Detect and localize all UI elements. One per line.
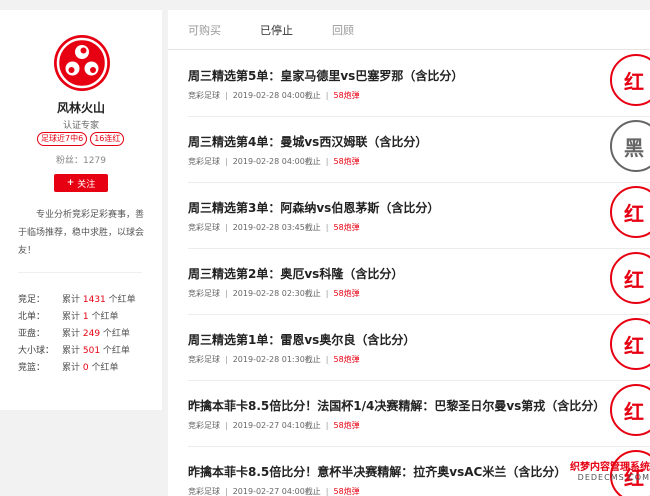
stat-row: 亚盘： 累计 249 个红单 [18,326,148,343]
divider [18,272,142,273]
item-title[interactable]: 周三精选第1单：雷恩vs奥尔良（含比分） [188,331,415,348]
result-stamp-icon: 红 [610,252,650,304]
stat-value: 累计 1 个红单 [62,312,119,322]
result-stamp-icon: 红 [610,186,650,238]
item-title[interactable]: 周三精选第4单：曼城vs西汉姆联（含比分） [188,133,427,150]
stat-label: 大小球： [18,346,55,356]
fans-count: 粉丝：1279 [56,156,106,166]
stat-row: 北单： 累计 1 个红单 [18,309,148,326]
list-item[interactable]: 周三精选第4单：曼城vs西汉姆联（含比分） 竞彩足球 | 2019-02-28 04… [188,117,650,183]
certification-label: 认证专家 [62,121,99,131]
result-stamp-icon: 黑 [610,120,650,172]
item-meta: 竞彩足球 | 2019-02-28 02:30截止 | 58炮弹 [188,289,360,298]
item-meta: 竞彩足球 | 2019-02-28 01:30截止 | 58炮弹 [188,355,360,364]
stat-row: 竞篮： 累计 0 个红单 [18,360,148,377]
item-title[interactable]: 昨擒本菲卡8.5倍比分！意杯半决赛精解：拉齐奥vsAC米兰（含比分） [188,463,566,480]
item-meta: 竞彩足球 | 2019-02-27 04:10截止 | 58炮弹 [188,421,360,430]
stat-value: 累计 501 个红单 [62,346,130,356]
item-title[interactable]: 周三精选第3单：阿森纳vs伯恩茅斯（含比分） [188,199,439,216]
stat-label: 竞足： [18,295,46,305]
stat-value: 累计 249 个红单 [62,329,130,339]
watermark-title: 织梦内容管理系统 [570,462,650,473]
stat-row: 大小球： 累计 501 个红单 [18,343,148,360]
result-stamp-icon: 红 [610,54,650,106]
tag-streak: 16连红 [90,132,125,146]
item-meta: 竞彩足球 | 2019-02-27 04:00截止 | 58炮弹 [188,487,360,496]
item-meta: 竞彩足球 | 2019-02-28 04:00截止 | 58炮弹 [188,91,360,100]
tab-bar: 可购买 已停止 回顾 [168,10,650,50]
expert-description: 专业分析竞彩足彩赛事，善于临场推荐，稳中求胜，以球会友！ [18,210,145,256]
stat-label: 竞篮： [18,363,46,373]
tag-win-rate: 足球近7中6 [37,132,88,146]
record-stats: 竞足： 累计 1431 个红单 北单： 累计 1 个红单 亚盘： 累计 249 … [18,292,148,377]
expert-profile-card: 风林火山 认证专家 足球近7中6 16连红 粉丝：1279 + 关注 专业分析竞… [0,10,162,410]
list-item[interactable]: 周三精选第5单：皇家马德里vs巴塞罗那（含比分） 竞彩足球 | 2019-02-28… [188,51,650,117]
plus-icon: + [66,178,75,188]
item-meta: 竞彩足球 | 2019-02-28 03:45截止 | 58炮弹 [188,223,360,232]
stat-value: 累计 1431 个红单 [62,295,136,305]
item-title[interactable]: 昨擒本菲卡8.5倍比分！法国杯1/4决赛精解：巴黎圣日尔曼vs第戎（含比分） [188,397,605,414]
result-stamp-icon: 红 [610,318,650,370]
stat-row: 竞足： 累计 1431 个红单 [18,292,148,309]
three-tomoe-crest-icon [56,37,108,89]
tips-panel: 可购买 已停止 回顾 周三精选第5单：皇家马德里vs巴塞罗那（含比分） 竞彩足球… [168,10,650,496]
achievement-tags: 足球近7中6 16连红 [37,132,125,146]
stat-label: 亚盘： [18,329,46,339]
tab-available[interactable]: 可购买 [188,22,221,38]
list-item[interactable]: 周三精选第1单：雷恩vs奥尔良（含比分） 竞彩足球 | 2019-02-28 01:… [188,315,650,381]
watermark: 织梦内容管理系统 DEDECMS.COM [540,458,650,496]
stat-value: 累计 0 个红单 [62,363,119,373]
avatar[interactable] [54,35,110,91]
stat-label: 北单： [18,312,46,322]
list-item[interactable]: 周三精选第3单：阿森纳vs伯恩茅斯（含比分） 竞彩足球 | 2019-02-28 0… [188,183,650,249]
tab-review[interactable]: 回顾 [332,22,354,38]
follow-button[interactable]: + 关注 [54,174,108,192]
list-item[interactable]: 昨擒本菲卡8.5倍比分！法国杯1/4决赛精解：巴黎圣日尔曼vs第戎（含比分） 竞… [188,381,650,447]
follow-label: 关注 [77,179,96,190]
tab-stopped[interactable]: 已停止 [260,22,293,38]
item-title[interactable]: 周三精选第2单：奥厄vs科隆（含比分） [188,265,403,282]
item-meta: 竞彩足球 | 2019-02-28 04:00截止 | 58炮弹 [188,157,360,166]
result-stamp-icon: 红 [610,384,650,436]
watermark-url: DEDECMS.COM [577,473,650,482]
item-title[interactable]: 周三精选第5单：皇家马德里vs巴塞罗那（含比分） [188,67,463,84]
expert-name: 风林火山 [56,101,105,115]
list-item[interactable]: 周三精选第2单：奥厄vs科隆（含比分） 竞彩足球 | 2019-02-28 02:3… [188,249,650,315]
